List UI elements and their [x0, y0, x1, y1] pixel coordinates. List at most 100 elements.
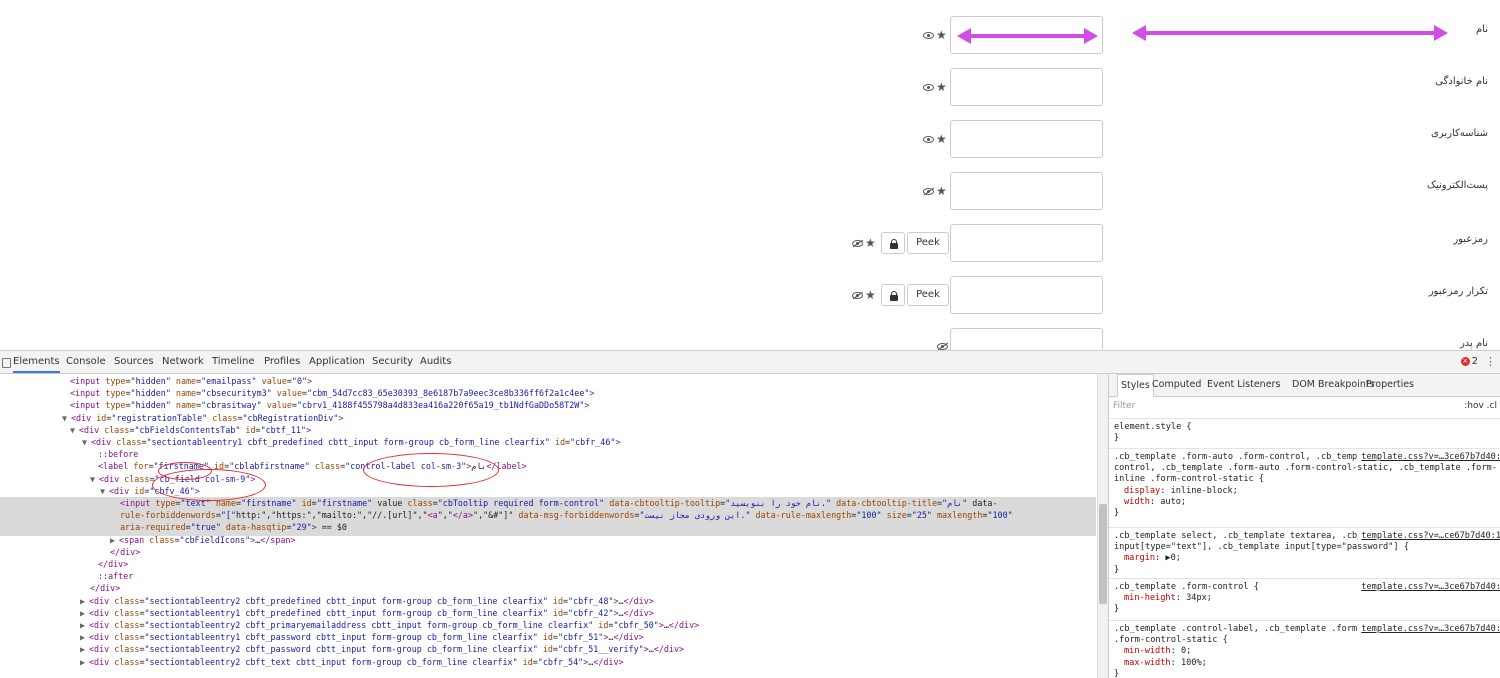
css-property[interactable]: min-height: 34px; [1114, 593, 1497, 604]
field-icons: ★ [850, 288, 876, 302]
styles-tab-styles[interactable]: Styles [1117, 374, 1154, 397]
annotation-circle-col-sm-3 [363, 453, 499, 487]
required-star-icon: ★ [865, 236, 876, 250]
dom-node-line[interactable]: ::before [98, 448, 138, 460]
magenta-arrow-label-area [1132, 25, 1448, 41]
lock-button[interactable] [881, 232, 905, 254]
form-row: تکرار رمزعبور ★ Peek [0, 276, 1500, 328]
field-label: نام خانوادگی [1435, 76, 1488, 87]
dom-node-line[interactable]: ▼ <div class="cbFieldsContentsTab" id="cb… [70, 424, 311, 436]
devtools-tab-audits[interactable]: Audits [420, 351, 451, 373]
elements-dom-tree[interactable]: <input type="hidden" name="emailpass" va… [0, 374, 1096, 678]
text-input[interactable] [950, 172, 1103, 210]
dom-node-line[interactable]: </div> [110, 546, 140, 558]
devtools-tab-sources[interactable]: Sources [114, 351, 154, 373]
dom-node-line[interactable]: </div> [90, 582, 120, 594]
devtools-tab-timeline[interactable]: Timeline [212, 351, 255, 373]
css-rule[interactable]: .cb_template .control-label, .cb_templat… [1109, 620, 1500, 678]
css-property[interactable]: margin: ▶0; [1114, 553, 1497, 564]
devtools-tab-network[interactable]: Network [162, 351, 204, 373]
error-icon: × [1460, 356, 1470, 366]
css-source-link[interactable]: template.css?v=…ce67b7d40:1 [1358, 531, 1500, 543]
text-input[interactable] [950, 328, 1103, 350]
styles-tab-computed[interactable]: Computed [1152, 374, 1201, 396]
registration-form-page: نام ★ نام خانوادگی ★ شناسه‌کاربری ★ پست‌الکترو… [0, 0, 1500, 350]
dom-node-line[interactable]: <input type="hidden" name="cbrasitway" v… [70, 399, 589, 411]
required-star-icon: ★ [865, 288, 876, 302]
css-source-link[interactable]: template.css?v=…3ce67b7d40: [1358, 452, 1500, 464]
styles-tab-properties[interactable]: Properties [1366, 374, 1414, 396]
styles-tab-event-listeners[interactable]: Event Listeners [1207, 374, 1280, 396]
text-input[interactable] [950, 120, 1103, 158]
elements-scrollbar-thumb[interactable] [1099, 504, 1107, 604]
hov-cls-toggle[interactable]: :hov .cl [1464, 401, 1497, 411]
css-rule[interactable]: .cb_template .form-auto .form-control, .… [1109, 448, 1500, 522]
peek-button[interactable]: Peek [907, 284, 949, 306]
styles-filter-input[interactable]: Filter [1113, 401, 1135, 411]
field-label: شناسه‌کاربری [1431, 128, 1488, 139]
eye-slash-icon [852, 239, 863, 247]
css-property[interactable]: display: inline-block; [1114, 486, 1497, 497]
css-property[interactable]: width: auto; [1114, 497, 1497, 508]
devtools-tab-elements[interactable]: Elements [13, 351, 60, 373]
error-counter[interactable]: × 2 [1460, 356, 1478, 367]
dom-node-line[interactable]: ▶ <div class="sectiontableentry1 cbft_pre… [80, 607, 654, 619]
text-input[interactable] [950, 68, 1103, 106]
magenta-arrow-in-input [957, 28, 1098, 44]
field-icons: ★ [921, 184, 947, 198]
styles-tab-dom-breakpoints[interactable]: DOM Breakpoints [1292, 374, 1375, 396]
css-source-link[interactable]: template.css?v=…3ce67b7d40: [1358, 624, 1500, 636]
lock-button[interactable] [881, 284, 905, 306]
form-row: شناسه‌کاربری ★ [0, 120, 1500, 172]
dom-node-line[interactable]: </div> [98, 558, 128, 570]
css-rule[interactable]: element.style {} [1109, 418, 1500, 447]
dom-node-line[interactable]: ▶ <div class="sectiontableentry1 cbft_pas… [80, 631, 644, 643]
dom-node-line[interactable]: ▶ <div class="sectiontableentry2 cbft_pri… [80, 619, 699, 631]
css-rule[interactable]: .cb_template select, .cb_template textar… [1109, 527, 1500, 579]
css-rule-close: } [1114, 508, 1120, 519]
css-property[interactable]: min-width: 0; [1114, 646, 1497, 657]
devtools-tab-bar: Elements Console Sources Network Timeline Pro… [0, 351, 1500, 374]
field-label: رمزعبور [1453, 234, 1488, 245]
eye-slash-icon [923, 187, 934, 195]
eye-icon [923, 83, 934, 91]
css-source-link[interactable]: template.css?v=…3ce67b7d40: [1358, 582, 1500, 594]
dom-node-line[interactable]: ▶ <div class="sectiontableentry2 cbft_tex… [80, 656, 624, 668]
dom-node-line[interactable]: <input type="hidden" name="emailpass" va… [70, 375, 312, 387]
dom-node-line[interactable]: ▶ <div class="sectiontableentry2 cbft_pre… [80, 595, 654, 607]
css-rule-close: } [1114, 604, 1120, 615]
eye-icon [923, 31, 934, 39]
password-input[interactable] [950, 276, 1103, 314]
css-rule-close: } [1114, 564, 1120, 575]
form-row: نام خانوادگی ★ [0, 68, 1500, 120]
lock-icon [890, 291, 898, 301]
dom-node-line[interactable]: ::after [98, 570, 133, 582]
css-rule[interactable]: .cb_template .form-control {template.css… [1109, 578, 1500, 619]
dom-node-line[interactable]: ▼ <div id="registrationTable" class="cbRe… [62, 412, 343, 424]
css-property[interactable]: max-width: 100%; [1114, 658, 1497, 669]
devtools-tab-console[interactable]: Console [66, 351, 106, 373]
dom-node-line[interactable]: <input type="text" name="firstname" id="… [120, 497, 998, 509]
devtools-tab-application[interactable]: Application [309, 351, 365, 373]
dom-node-line[interactable]: ▶ <span class="cbFieldIcons">…</span> [110, 534, 296, 546]
dom-node-line[interactable]: rule-forbiddenwords="["http:","https:","… [120, 509, 1013, 521]
elements-scrollbar[interactable] [1097, 374, 1108, 678]
dom-node-line[interactable]: ▶ <div class="sectiontableentry2 cbft_pas… [80, 643, 684, 655]
field-label: نام پدر [1459, 338, 1488, 349]
devtools-tab-profiles[interactable]: Profiles [264, 351, 300, 373]
css-rule-close: } [1114, 433, 1120, 444]
field-icons: ★ [921, 80, 947, 94]
inspect-element-icon[interactable] [2, 358, 11, 368]
required-star-icon: ★ [936, 28, 947, 42]
field-icons [935, 339, 948, 350]
form-row: رمزعبور ★ Peek [0, 224, 1500, 276]
dom-node-line[interactable]: ▼ <div class="sectiontableentry1 cbft_pre… [82, 436, 620, 448]
eye-slash-icon [852, 291, 863, 299]
devtools-tab-security[interactable]: Security [372, 351, 413, 373]
password-input[interactable] [950, 224, 1103, 262]
more-options-icon[interactable]: ⋮ [1485, 355, 1496, 368]
lock-icon [890, 239, 898, 249]
dom-node-line[interactable]: <input type="hidden" name="cbsecuritym3"… [70, 387, 594, 399]
peek-button[interactable]: Peek [907, 232, 949, 254]
dom-node-line[interactable]: aria-required="true" data-hasqtip="29"> … [120, 521, 347, 533]
